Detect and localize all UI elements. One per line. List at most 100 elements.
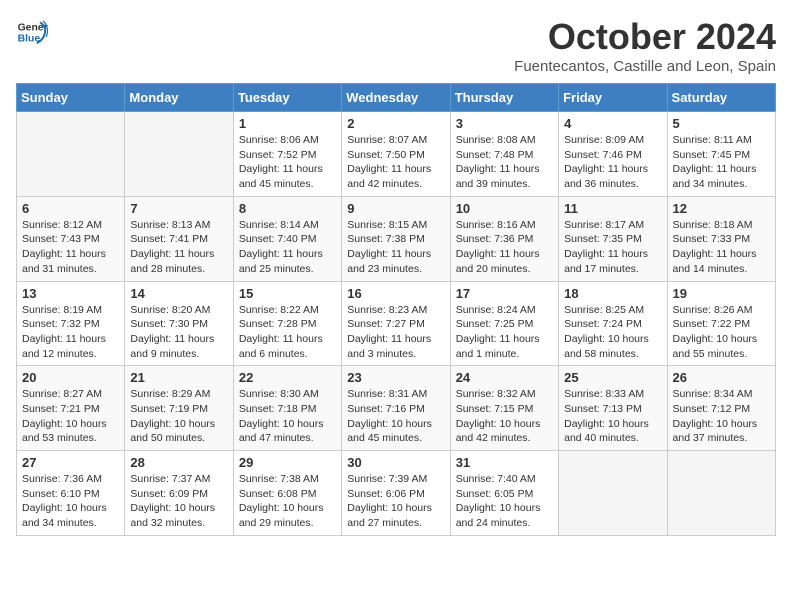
title-area: October 2024 Fuentecantos, Castille and … bbox=[514, 16, 776, 75]
day-cell: 10 Sunrise: 8:16 AM Sunset: 7:36 PM Dayli… bbox=[450, 196, 558, 281]
header-sunday: Sunday bbox=[17, 84, 125, 112]
day-cell: 27 Sunrise: 7:36 AM Sunset: 6:10 PM Dayli… bbox=[17, 451, 125, 536]
day-info: Sunrise: 8:14 AM Sunset: 7:40 PM Dayligh… bbox=[239, 218, 336, 277]
day-number: 29 bbox=[239, 455, 336, 470]
day-info: Sunrise: 8:12 AM Sunset: 7:43 PM Dayligh… bbox=[22, 218, 119, 277]
day-cell: 25 Sunrise: 8:33 AM Sunset: 7:13 PM Dayli… bbox=[559, 366, 667, 451]
day-number: 1 bbox=[239, 116, 336, 131]
header-tuesday: Tuesday bbox=[233, 84, 341, 112]
day-cell: 2 Sunrise: 8:07 AM Sunset: 7:50 PM Daylig… bbox=[342, 112, 450, 197]
day-number: 20 bbox=[22, 370, 119, 385]
day-info: Sunrise: 7:37 AM Sunset: 6:09 PM Dayligh… bbox=[130, 472, 227, 531]
day-number: 15 bbox=[239, 286, 336, 301]
day-number: 3 bbox=[456, 116, 553, 131]
day-info: Sunrise: 8:24 AM Sunset: 7:25 PM Dayligh… bbox=[456, 303, 553, 362]
day-cell bbox=[125, 112, 233, 197]
day-cell: 14 Sunrise: 8:20 AM Sunset: 7:30 PM Dayli… bbox=[125, 281, 233, 366]
day-number: 8 bbox=[239, 201, 336, 216]
day-cell: 13 Sunrise: 8:19 AM Sunset: 7:32 PM Dayli… bbox=[17, 281, 125, 366]
day-info: Sunrise: 8:26 AM Sunset: 7:22 PM Dayligh… bbox=[673, 303, 770, 362]
day-info: Sunrise: 8:30 AM Sunset: 7:18 PM Dayligh… bbox=[239, 387, 336, 446]
subtitle: Fuentecantos, Castille and Leon, Spain bbox=[514, 58, 776, 75]
day-cell: 7Sunrise: 8:13 AM Sunset: 7:41 PM Daylig… bbox=[125, 196, 233, 281]
header-friday: Friday bbox=[559, 84, 667, 112]
day-number: 14 bbox=[130, 286, 227, 301]
day-number: 18 bbox=[564, 286, 661, 301]
day-info: Sunrise: 8:06 AM Sunset: 7:52 PM Dayligh… bbox=[239, 133, 336, 192]
calendar-table: SundayMondayTuesdayWednesdayThursdayFrid… bbox=[16, 83, 776, 536]
day-cell: 24 Sunrise: 8:32 AM Sunset: 7:15 PM Dayli… bbox=[450, 366, 558, 451]
day-cell: 23 Sunrise: 8:31 AM Sunset: 7:16 PM Dayli… bbox=[342, 366, 450, 451]
day-cell: 30 Sunrise: 7:39 AM Sunset: 6:06 PM Dayli… bbox=[342, 451, 450, 536]
day-number: 26 bbox=[673, 370, 770, 385]
day-info: Sunrise: 8:34 AM Sunset: 7:12 PM Dayligh… bbox=[673, 387, 770, 446]
day-number: 11 bbox=[564, 201, 661, 216]
day-cell: 26 Sunrise: 8:34 AM Sunset: 7:12 PM Dayli… bbox=[667, 366, 775, 451]
day-cell: 4Sunrise: 8:09 AM Sunset: 7:46 PM Daylig… bbox=[559, 112, 667, 197]
day-info: Sunrise: 8:13 AM Sunset: 7:41 PM Dayligh… bbox=[130, 218, 227, 277]
week-row-2: 6 Sunrise: 8:12 AM Sunset: 7:43 PM Daylig… bbox=[17, 196, 776, 281]
header: General Blue October 2024 Fuentecantos, … bbox=[16, 16, 776, 75]
day-number: 23 bbox=[347, 370, 444, 385]
day-number: 10 bbox=[456, 201, 553, 216]
day-cell: 17 Sunrise: 8:24 AM Sunset: 7:25 PM Dayli… bbox=[450, 281, 558, 366]
day-cell: 11 Sunrise: 8:17 AM Sunset: 7:35 PM Dayli… bbox=[559, 196, 667, 281]
day-number: 2 bbox=[347, 116, 444, 131]
day-number: 19 bbox=[673, 286, 770, 301]
day-cell: 15 Sunrise: 8:22 AM Sunset: 7:28 PM Dayli… bbox=[233, 281, 341, 366]
week-row-5: 27 Sunrise: 7:36 AM Sunset: 6:10 PM Dayli… bbox=[17, 451, 776, 536]
day-number: 9 bbox=[347, 201, 444, 216]
day-cell: 5Sunrise: 8:11 AM Sunset: 7:45 PM Daylig… bbox=[667, 112, 775, 197]
day-info: Sunrise: 8:31 AM Sunset: 7:16 PM Dayligh… bbox=[347, 387, 444, 446]
day-cell: 3 Sunrise: 8:08 AM Sunset: 7:48 PM Daylig… bbox=[450, 112, 558, 197]
day-cell bbox=[559, 451, 667, 536]
day-cell: 22Sunrise: 8:30 AM Sunset: 7:18 PM Dayli… bbox=[233, 366, 341, 451]
day-info: Sunrise: 7:39 AM Sunset: 6:06 PM Dayligh… bbox=[347, 472, 444, 531]
logo: General Blue bbox=[16, 16, 48, 48]
day-number: 24 bbox=[456, 370, 553, 385]
day-number: 12 bbox=[673, 201, 770, 216]
day-info: Sunrise: 8:27 AM Sunset: 7:21 PM Dayligh… bbox=[22, 387, 119, 446]
day-cell bbox=[17, 112, 125, 197]
day-info: Sunrise: 8:25 AM Sunset: 7:24 PM Dayligh… bbox=[564, 303, 661, 362]
day-cell: 6 Sunrise: 8:12 AM Sunset: 7:43 PM Daylig… bbox=[17, 196, 125, 281]
day-info: Sunrise: 8:22 AM Sunset: 7:28 PM Dayligh… bbox=[239, 303, 336, 362]
day-info: Sunrise: 8:20 AM Sunset: 7:30 PM Dayligh… bbox=[130, 303, 227, 362]
day-info: Sunrise: 8:11 AM Sunset: 7:45 PM Dayligh… bbox=[673, 133, 770, 192]
day-number: 13 bbox=[22, 286, 119, 301]
day-number: 30 bbox=[347, 455, 444, 470]
day-info: Sunrise: 8:19 AM Sunset: 7:32 PM Dayligh… bbox=[22, 303, 119, 362]
header-saturday: Saturday bbox=[667, 84, 775, 112]
week-row-3: 13 Sunrise: 8:19 AM Sunset: 7:32 PM Dayli… bbox=[17, 281, 776, 366]
day-number: 25 bbox=[564, 370, 661, 385]
day-cell bbox=[667, 451, 775, 536]
day-number: 17 bbox=[456, 286, 553, 301]
day-info: Sunrise: 7:38 AM Sunset: 6:08 PM Dayligh… bbox=[239, 472, 336, 531]
week-row-1: 1 Sunrise: 8:06 AM Sunset: 7:52 PM Daylig… bbox=[17, 112, 776, 197]
day-info: Sunrise: 7:36 AM Sunset: 6:10 PM Dayligh… bbox=[22, 472, 119, 531]
day-info: Sunrise: 8:32 AM Sunset: 7:15 PM Dayligh… bbox=[456, 387, 553, 446]
day-cell: 29 Sunrise: 7:38 AM Sunset: 6:08 PM Dayli… bbox=[233, 451, 341, 536]
day-info: Sunrise: 8:08 AM Sunset: 7:48 PM Dayligh… bbox=[456, 133, 553, 192]
day-info: Sunrise: 8:16 AM Sunset: 7:36 PM Dayligh… bbox=[456, 218, 553, 277]
day-cell: 9Sunrise: 8:15 AM Sunset: 7:38 PM Daylig… bbox=[342, 196, 450, 281]
main-title: October 2024 bbox=[514, 16, 776, 58]
day-info: Sunrise: 8:09 AM Sunset: 7:46 PM Dayligh… bbox=[564, 133, 661, 192]
day-cell: 21 Sunrise: 8:29 AM Sunset: 7:19 PM Dayli… bbox=[125, 366, 233, 451]
header-wednesday: Wednesday bbox=[342, 84, 450, 112]
day-cell: 18 Sunrise: 8:25 AM Sunset: 7:24 PM Dayli… bbox=[559, 281, 667, 366]
day-info: Sunrise: 8:23 AM Sunset: 7:27 PM Dayligh… bbox=[347, 303, 444, 362]
day-number: 16 bbox=[347, 286, 444, 301]
header-monday: Monday bbox=[125, 84, 233, 112]
day-info: Sunrise: 8:07 AM Sunset: 7:50 PM Dayligh… bbox=[347, 133, 444, 192]
day-info: Sunrise: 8:17 AM Sunset: 7:35 PM Dayligh… bbox=[564, 218, 661, 277]
day-info: Sunrise: 8:29 AM Sunset: 7:19 PM Dayligh… bbox=[130, 387, 227, 446]
day-info: Sunrise: 8:33 AM Sunset: 7:13 PM Dayligh… bbox=[564, 387, 661, 446]
day-cell: 8 Sunrise: 8:14 AM Sunset: 7:40 PM Daylig… bbox=[233, 196, 341, 281]
day-number: 6 bbox=[22, 201, 119, 216]
day-number: 21 bbox=[130, 370, 227, 385]
day-cell: 20 Sunrise: 8:27 AM Sunset: 7:21 PM Dayli… bbox=[17, 366, 125, 451]
day-number: 31 bbox=[456, 455, 553, 470]
day-number: 27 bbox=[22, 455, 119, 470]
day-info: Sunrise: 8:18 AM Sunset: 7:33 PM Dayligh… bbox=[673, 218, 770, 277]
